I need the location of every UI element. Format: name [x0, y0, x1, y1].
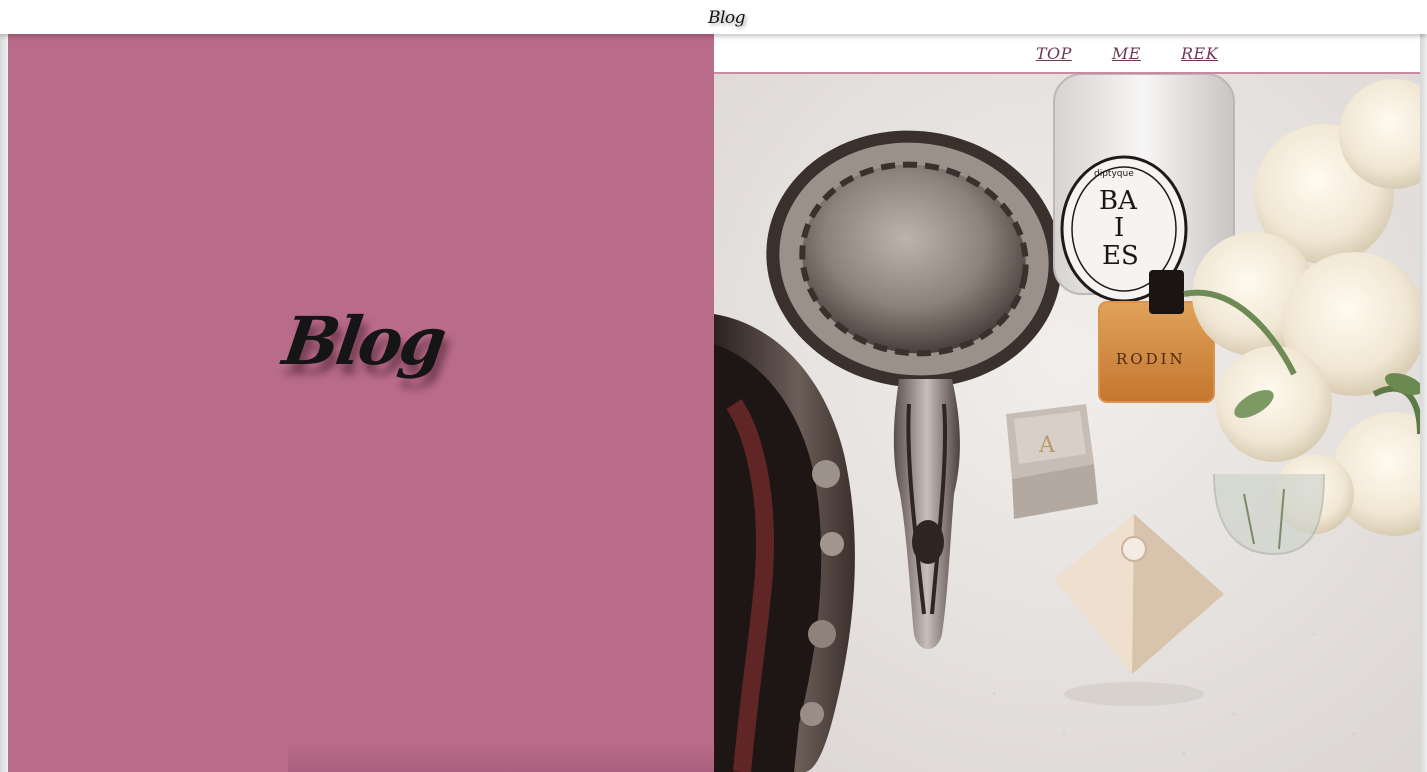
- nav-link-top[interactable]: TOP: [1036, 44, 1072, 63]
- top-header-bar: Blog: [0, 0, 1427, 34]
- candle-label-line3: ES: [1102, 241, 1139, 271]
- left-window-edge: [0, 0, 8, 772]
- hero-title: Blog: [278, 302, 449, 380]
- ring-box: A: [1006, 404, 1098, 519]
- nav-link-rek[interactable]: REK: [1181, 44, 1218, 63]
- nav-link-me[interactable]: ME: [1112, 44, 1141, 63]
- blog-page: Blog Blog TOP ME REK BA I ES diptyque RO…: [0, 0, 1427, 772]
- candle-label-line1: BA: [1099, 186, 1138, 216]
- box-monogram: A: [1038, 433, 1056, 458]
- hero-panel: Blog: [8, 34, 714, 772]
- vanity-photo: BA I ES diptyque RODIN A: [714, 74, 1420, 772]
- perfume-label: RODIN: [1116, 350, 1186, 368]
- right-window-edge: [1420, 34, 1427, 772]
- candle-label-line2: I: [1114, 213, 1124, 243]
- content-panel: TOP ME REK BA I ES diptyque RODIN A: [714, 34, 1420, 772]
- header-title[interactable]: Blog: [708, 8, 746, 28]
- candle-brand: diptyque: [1094, 169, 1134, 179]
- main-nav: TOP ME REK: [714, 34, 1420, 74]
